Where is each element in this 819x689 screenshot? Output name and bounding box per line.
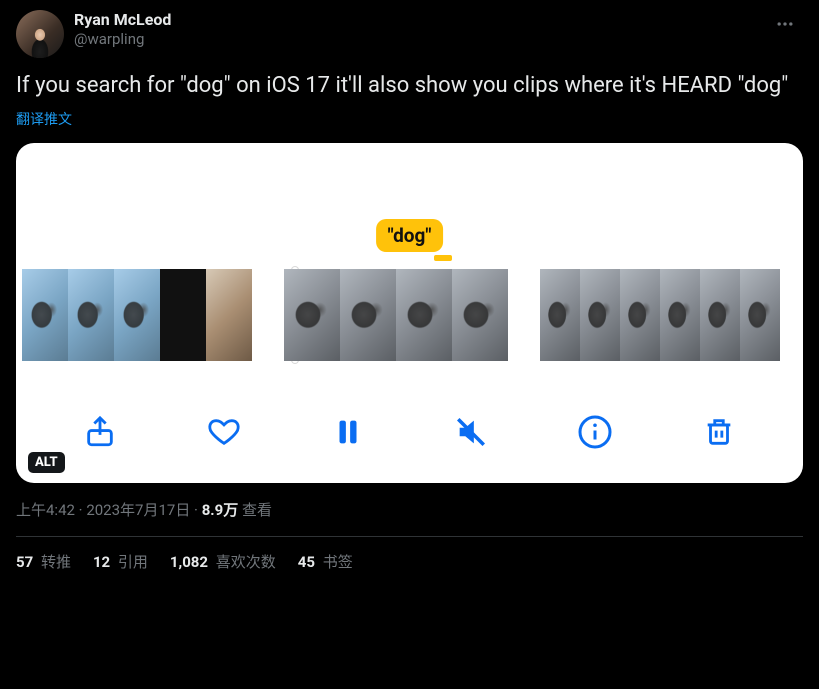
translate-link[interactable]: 翻译推文: [16, 109, 803, 129]
media-card[interactable]: "dog": [16, 143, 803, 483]
alt-badge[interactable]: ALT: [28, 452, 65, 473]
video-timeline[interactable]: [16, 269, 803, 361]
info-icon: [577, 414, 613, 450]
share-button[interactable]: [80, 412, 120, 452]
views-label: 查看: [238, 501, 272, 519]
stat-retweets[interactable]: 57 转推: [16, 551, 71, 572]
speaker-muted-icon: [454, 415, 488, 449]
delete-button[interactable]: [699, 412, 739, 452]
info-button[interactable]: [575, 412, 615, 452]
pause-button[interactable]: [328, 412, 368, 452]
author-names[interactable]: Ryan McLeod @warpling: [74, 10, 171, 49]
handle: @warpling: [74, 30, 171, 49]
avatar[interactable]: [16, 10, 64, 58]
thumbnail: [700, 269, 740, 361]
thumbnail: [620, 269, 660, 361]
more-button[interactable]: [771, 10, 799, 42]
display-name: Ryan McLeod: [74, 10, 171, 30]
pause-icon: [331, 415, 365, 449]
heart-icon: [207, 415, 241, 449]
clip-group-active[interactable]: [284, 269, 508, 361]
tweet-meta: 上午4:42 · 2023年7月17日 · 8.9万 查看: [16, 499, 803, 520]
timeline-marker: [434, 255, 452, 261]
views-count: 8.9万: [202, 501, 239, 519]
thumbnail: [22, 269, 68, 361]
share-icon: [83, 415, 117, 449]
time[interactable]: 上午4:42: [16, 501, 75, 519]
thumbnail: [206, 269, 252, 361]
stat-likes[interactable]: 1,082 喜欢次数: [170, 551, 276, 572]
thumbnail: [284, 269, 340, 361]
tweet: Ryan McLeod @warpling If you search for …: [16, 10, 803, 572]
thumbnail: [660, 269, 700, 361]
divider: [16, 536, 803, 537]
trash-icon: [702, 415, 736, 449]
tweet-header: Ryan McLeod @warpling: [16, 10, 803, 58]
thumbnail: [340, 269, 396, 361]
thumbnail: [580, 269, 620, 361]
search-term-tag: "dog": [376, 219, 444, 252]
stat-quotes[interactable]: 12 引用: [93, 551, 148, 572]
mute-button[interactable]: [451, 412, 491, 452]
tweet-stats: 57 转推 12 引用 1,082 喜欢次数 45 书签: [16, 551, 803, 572]
thumbnail: [160, 269, 206, 361]
date[interactable]: 2023年7月17日: [86, 501, 190, 519]
clip-group[interactable]: [540, 269, 780, 361]
clip-group[interactable]: [22, 269, 252, 361]
more-icon: [775, 14, 795, 34]
thumbnail: [452, 269, 508, 361]
stat-bookmarks[interactable]: 45 书签: [298, 551, 353, 572]
thumbnail: [114, 269, 160, 361]
like-button[interactable]: [204, 412, 244, 452]
thumbnail: [68, 269, 114, 361]
thumbnail: [540, 269, 580, 361]
thumbnail: [396, 269, 452, 361]
tweet-text: If you search for "dog" on iOS 17 it'll …: [16, 72, 803, 101]
media-toolbar: [16, 403, 803, 461]
thumbnail: [740, 269, 780, 361]
